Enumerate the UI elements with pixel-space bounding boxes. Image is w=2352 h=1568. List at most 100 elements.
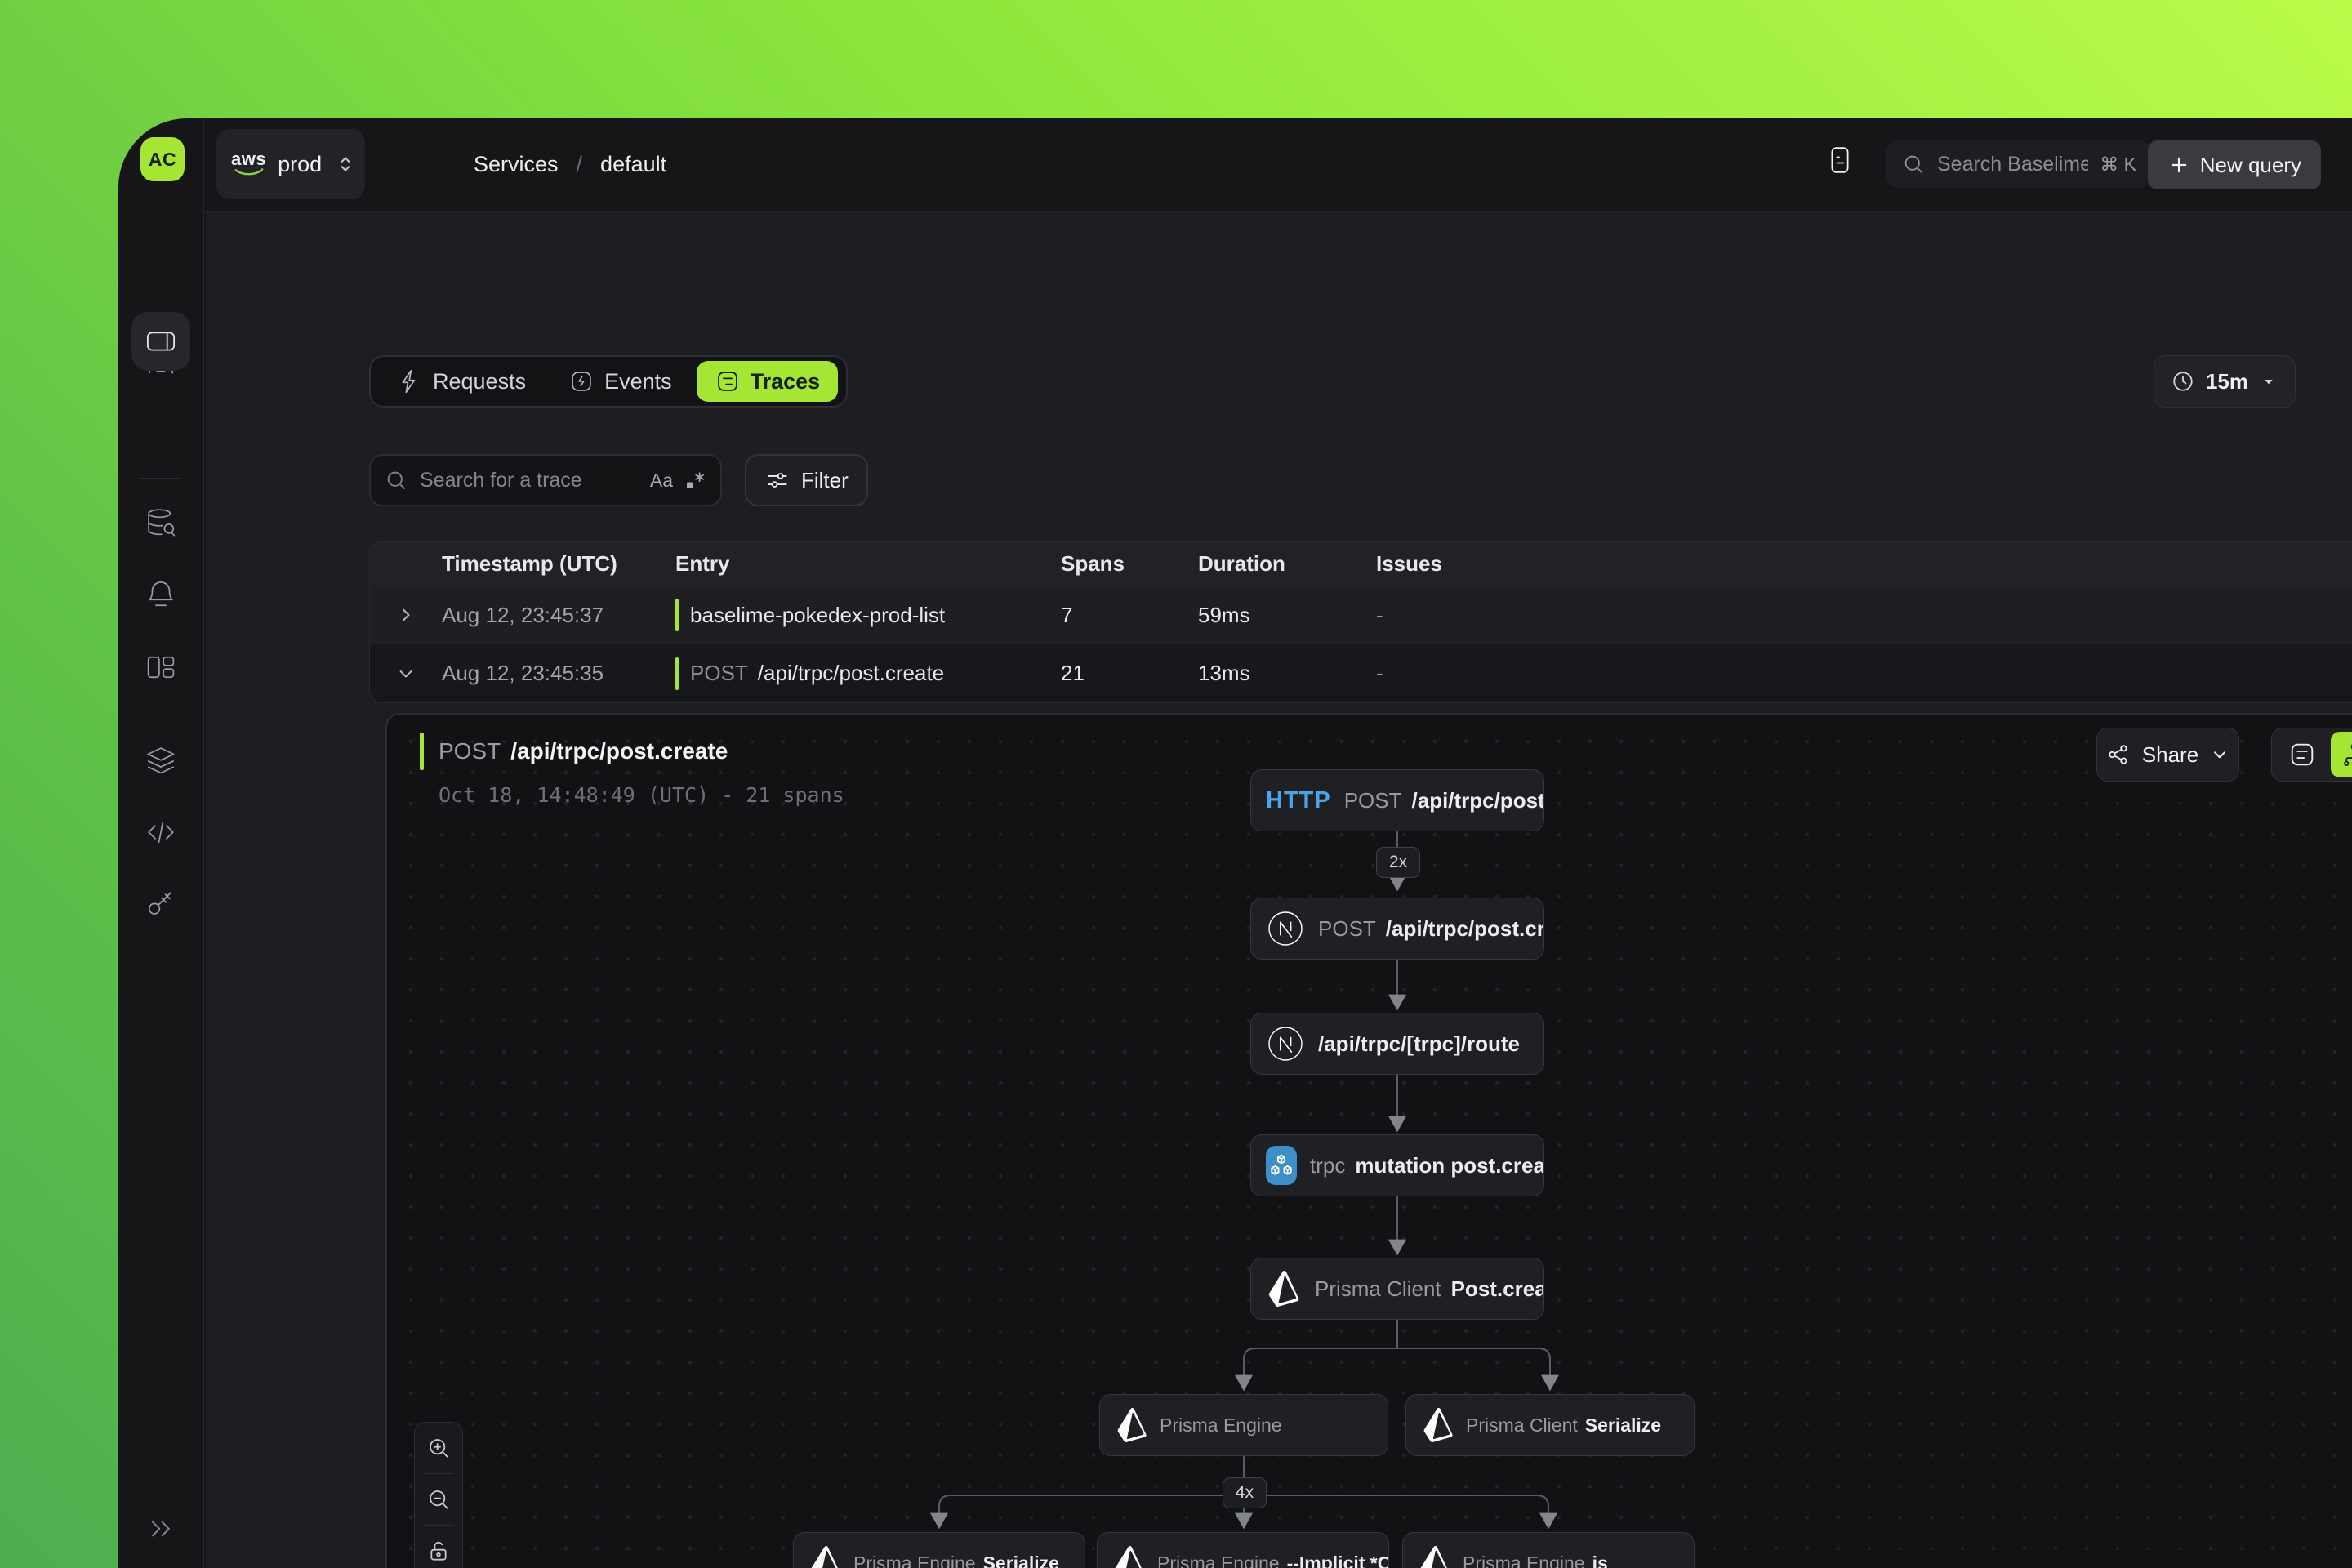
workspace-selector[interactable]: aws prod (216, 129, 365, 199)
prisma-icon (1115, 1406, 1149, 1444)
sidebar-item-queries[interactable] (144, 506, 178, 541)
docs-button[interactable] (1823, 143, 1857, 177)
sidebar: AC (118, 118, 204, 1568)
row-timestamp: Aug 12, 23:45:37 (442, 603, 675, 628)
breadcrumb-services[interactable]: Services (474, 152, 559, 177)
entry-status-bar (675, 657, 679, 690)
sidebar-item-dashboards[interactable] (144, 650, 178, 684)
multiplier-badge: 2x (1376, 847, 1420, 878)
row-spans: 7 (1061, 603, 1198, 628)
span-node-http[interactable]: HTTP POST /api/trpc/post.create (1250, 769, 1544, 831)
col-timestamp: Timestamp (UTC) (442, 551, 675, 577)
row-method: POST (690, 661, 748, 686)
code-icon (144, 815, 178, 849)
app-background: AC (0, 0, 2352, 1568)
nextjs-icon (1266, 1024, 1305, 1063)
filter-label: Filter (801, 468, 849, 493)
tab-traces[interactable]: Traces (697, 361, 839, 402)
tab-traces-label: Traces (751, 369, 821, 394)
span-node-next-route[interactable]: /api/trpc/[trpc]/route (1250, 1013, 1544, 1075)
chevrons-right-icon (145, 1512, 177, 1545)
table-row-expanded[interactable]: Aug 12, 23:45:35 POST /api/trpc/post.cre… (370, 644, 2352, 702)
filter-button[interactable]: Filter (745, 454, 868, 506)
span-label: mutation post.create (1355, 1153, 1544, 1178)
plus-icon (2167, 154, 2190, 176)
sidebar-item-alerts[interactable] (144, 578, 178, 612)
span-prefix: Prisma Engine (1160, 1414, 1282, 1437)
zoom-out-button[interactable] (415, 1474, 462, 1525)
span-node-prisma-engine[interactable]: Prisma Engine (1099, 1394, 1388, 1456)
prisma-icon (1112, 1544, 1147, 1568)
unlock-icon (425, 1538, 452, 1564)
trace-detail-panel: POST /api/trpc/post.create Oct 18, 14:48… (385, 713, 2352, 1568)
aws-logo: aws (231, 150, 266, 176)
chevron-down-icon[interactable] (394, 662, 417, 685)
case-sensitive-toggle[interactable]: Aa (650, 470, 673, 492)
span-label: js (1592, 1552, 1608, 1568)
span-prefix: POST (1344, 788, 1402, 813)
tab-requests[interactable]: Requests (379, 361, 544, 402)
content: Requests Events Traces 15m (206, 212, 2352, 1568)
span-prefix: trpc (1310, 1153, 1345, 1178)
sidebar-collapse-button[interactable] (145, 1512, 177, 1545)
chevron-right-icon[interactable] (394, 604, 417, 626)
aws-smile-icon (234, 168, 264, 176)
span-node-trpc[interactable]: trpc mutation post.create (1250, 1134, 1544, 1196)
col-duration: Duration (1198, 551, 1376, 577)
time-range-value: 15m (2206, 369, 2248, 394)
col-spans: Spans (1061, 551, 1198, 577)
chevron-up-down-icon (333, 152, 358, 176)
key-icon (144, 886, 178, 920)
sidebar-item-code[interactable] (144, 815, 178, 849)
bell-icon (144, 578, 178, 612)
row-duration: 13ms (1198, 661, 1376, 686)
http-badge: HTTP (1266, 787, 1331, 814)
span-prefix: Prisma Engine (1463, 1552, 1585, 1568)
tab-events-label: Events (604, 369, 672, 394)
row-entry: baselime-pokedex-prod-list (690, 603, 945, 628)
sidebar-item-api-keys[interactable] (144, 886, 178, 920)
sidebar-item-traces-active[interactable] (131, 312, 190, 371)
span-node-prisma-engine-serialize[interactable]: Prisma Engine Serialize (793, 1532, 1085, 1568)
new-query-label: New query (2200, 153, 2301, 178)
global-search[interactable]: ⌘ K (1886, 140, 2151, 188)
sidebar-item-layers[interactable] (144, 743, 178, 777)
new-query-button[interactable]: New query (2148, 140, 2321, 189)
span-node-prisma-engine-js[interactable]: Prisma Engine js (1402, 1532, 1695, 1568)
breadcrumb-separator: / (577, 152, 583, 177)
span-node-next-post[interactable]: POST /api/trpc/post.create (1250, 898, 1544, 960)
tab-events[interactable]: Events (550, 361, 690, 402)
avatar[interactable]: AC (140, 137, 185, 181)
span-label: /api/trpc/post.create (1412, 788, 1544, 813)
row-issues: - (1376, 661, 2352, 686)
table-row[interactable]: Aug 12, 23:45:37 baselime-pokedex-prod-l… (370, 586, 2352, 644)
view-tabs: Requests Events Traces (369, 355, 848, 408)
document-icon (1823, 143, 1857, 177)
span-node-prisma-client-create[interactable]: Prisma Client Post.create (1250, 1258, 1544, 1320)
trace-search[interactable]: Aa (369, 454, 722, 506)
regex-toggle[interactable] (683, 468, 707, 492)
trace-list-icon (715, 368, 741, 394)
search-shortcut: ⌘ K (2100, 154, 2136, 176)
zoom-in-button[interactable] (415, 1423, 462, 1473)
global-search-input[interactable] (1936, 152, 2090, 177)
span-label: Serialize (983, 1552, 1059, 1568)
lock-toggle-button[interactable] (415, 1526, 462, 1568)
row-duration: 59ms (1198, 603, 1376, 628)
span-node-prisma-client-serialize[interactable]: Prisma Client Serialize (1405, 1394, 1695, 1456)
search-icon (1901, 152, 1926, 176)
span-label: --Implicit *C... (1287, 1552, 1389, 1568)
zap-icon (397, 368, 423, 394)
row-entry: /api/trpc/post.create (758, 661, 944, 686)
span-node-prisma-engine-implicit[interactable]: Prisma Engine --Implicit *C... (1097, 1532, 1389, 1568)
trace-search-input[interactable] (418, 468, 640, 493)
caret-down-icon (2259, 372, 2278, 391)
span-prefix: POST (1318, 916, 1376, 942)
span-label: /api/trpc/post.create (1386, 916, 1544, 942)
topbar: aws prod Services / default ⌘ K (204, 118, 2352, 212)
time-range-selector[interactable]: 15m (2154, 355, 2296, 408)
span-prefix: Prisma Engine (1157, 1552, 1280, 1568)
breadcrumb-default[interactable]: default (600, 152, 666, 177)
span-prefix: Prisma Client (1315, 1276, 1441, 1302)
row-spans: 21 (1061, 661, 1198, 686)
